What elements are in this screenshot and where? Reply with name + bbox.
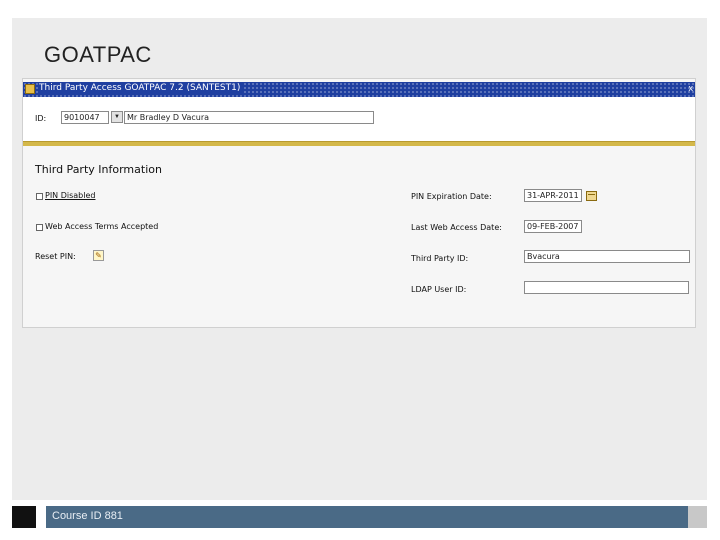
last-web-access-label: Last Web Access Date: xyxy=(411,223,502,232)
footer-bar: Course ID 881 xyxy=(46,506,696,528)
pin-expiration-field[interactable]: 31-APR-2011 xyxy=(524,189,582,202)
pin-disabled-checkbox[interactable] xyxy=(36,193,43,200)
window-titlebar[interactable]: Third Party Access GOATPAC 7.2 (SANTEST1… xyxy=(23,82,695,97)
chevron-down-icon: ▼ xyxy=(114,114,120,120)
form-window: Third Party Access GOATPAC 7.2 (SANTEST1… xyxy=(22,78,696,328)
web-terms-label: Web Access Terms Accepted xyxy=(45,222,159,231)
footer-right-block xyxy=(688,506,707,528)
pin-disabled-label: PIN Disabled xyxy=(45,191,96,200)
name-field: Mr Bradley D Vacura xyxy=(124,111,374,124)
footer-course-id: Course ID 881 xyxy=(52,510,123,522)
calendar-icon[interactable] xyxy=(586,191,597,201)
slide-title: GOATPAC xyxy=(44,42,152,67)
third-party-id-field[interactable]: Bvacura xyxy=(524,250,690,263)
pin-expiration-label: PIN Expiration Date: xyxy=(411,192,492,201)
close-icon[interactable]: x xyxy=(689,83,694,93)
ldap-user-id-field[interactable] xyxy=(524,281,689,294)
key-block: ID: 9010047 ▼ Mr Bradley D Vacura xyxy=(23,97,695,141)
reset-pin-label: Reset PIN: xyxy=(35,252,76,261)
footer-left-block xyxy=(12,506,36,528)
section-title: Third Party Information xyxy=(35,163,162,176)
slide-footer: Course ID 881 xyxy=(12,506,707,528)
ldap-user-id-label: LDAP User ID: xyxy=(411,285,467,294)
key-block-separator xyxy=(23,141,695,146)
last-web-access-field: 09-FEB-2007 xyxy=(524,220,582,233)
id-field[interactable]: 9010047 xyxy=(61,111,109,124)
web-terms-checkbox[interactable] xyxy=(36,224,43,231)
window-title: Third Party Access GOATPAC 7.2 (SANTEST1… xyxy=(39,83,244,93)
id-label: ID: xyxy=(35,114,47,123)
form-icon xyxy=(25,84,35,94)
third-party-id-label: Third Party ID: xyxy=(411,254,469,263)
key-icon[interactable]: ✎ xyxy=(93,250,104,261)
id-search-dropdown[interactable]: ▼ xyxy=(111,111,123,123)
